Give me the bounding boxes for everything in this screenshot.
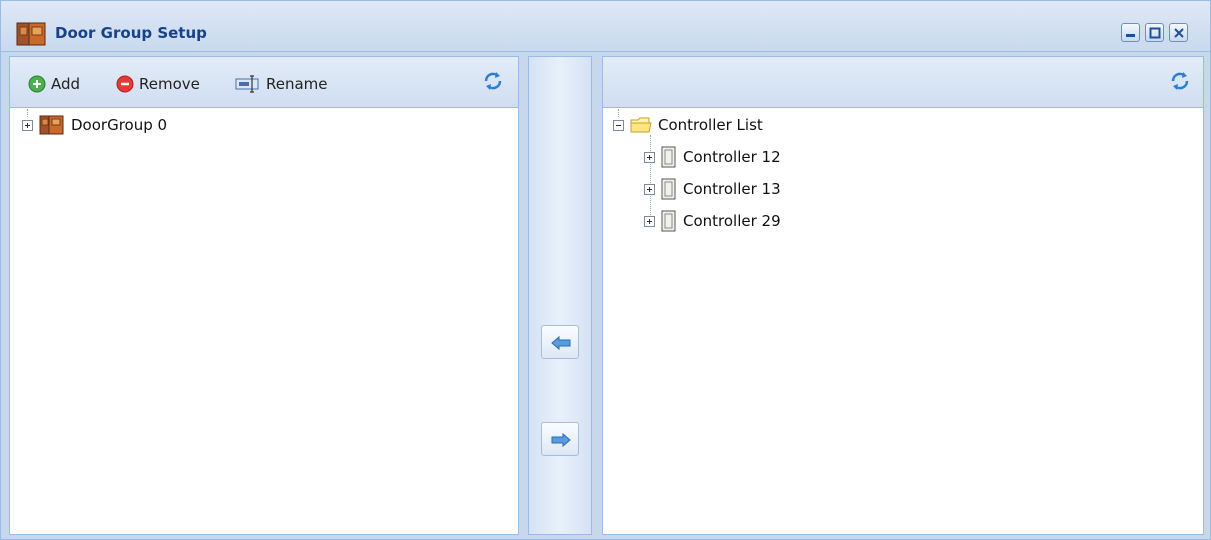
door-group-setup-window: Door Group Setup Add Remove Rename DoorG… (0, 0, 1211, 540)
transfer-column (528, 56, 592, 535)
refresh-icon (1171, 72, 1189, 90)
tree-node-label: Controller List (658, 116, 763, 134)
refresh-button[interactable] (1169, 70, 1191, 92)
collapse-icon[interactable] (613, 119, 624, 131)
minimize-button[interactable] (1121, 23, 1140, 42)
expand-icon[interactable] (644, 151, 655, 163)
tree-node-doorgroup-0[interactable]: DoorGroup 0 (22, 112, 167, 138)
door-group-icon (16, 21, 46, 51)
door-group-toolbar: Add Remove Rename (10, 57, 518, 108)
maximize-button[interactable] (1145, 23, 1164, 42)
tree-node-controller-12[interactable]: Controller 12 (644, 144, 781, 170)
expand-icon[interactable] (22, 119, 33, 131)
close-button[interactable] (1169, 23, 1188, 42)
folder-icon (630, 117, 652, 133)
controller-icon (661, 146, 676, 168)
close-icon (1174, 28, 1184, 38)
controller-toolbar (603, 57, 1203, 108)
minimize-icon (1126, 34, 1135, 37)
expand-icon[interactable] (644, 215, 655, 227)
door-group-panel: Add Remove Rename DoorGroup 0 (9, 56, 519, 535)
door-group-icon (39, 115, 64, 135)
add-label: Add (51, 75, 81, 93)
remove-button[interactable]: Remove (116, 72, 200, 96)
refresh-icon (484, 72, 502, 90)
window-titlebar[interactable]: Door Group Setup (1, 1, 1210, 52)
remove-label: Remove (139, 75, 200, 93)
tree-node-label: Controller 12 (683, 148, 781, 166)
move-left-button[interactable] (541, 325, 579, 359)
controller-icon (661, 210, 676, 232)
controller-icon (661, 178, 676, 200)
rename-label: Rename (266, 75, 328, 93)
maximize-icon (1149, 27, 1161, 39)
tree-node-label: Controller 13 (683, 180, 781, 198)
refresh-button[interactable] (482, 70, 504, 92)
tree-node-label: Controller 29 (683, 212, 781, 230)
tree-node-controller-list[interactable]: Controller List (613, 112, 763, 138)
tree-node-label: DoorGroup 0 (71, 116, 168, 134)
rename-button[interactable]: Rename (235, 72, 328, 96)
add-button[interactable]: Add (28, 72, 80, 96)
tree-node-controller-29[interactable]: Controller 29 (644, 208, 781, 234)
controller-panel: Controller List Controller 12 Controller… (602, 56, 1204, 535)
add-icon (28, 75, 46, 93)
move-right-button[interactable] (541, 422, 579, 456)
window-title: Door Group Setup (55, 24, 207, 42)
arrow-right-icon (551, 432, 571, 448)
remove-icon (116, 75, 134, 93)
arrow-left-icon (551, 335, 571, 351)
tree-node-controller-13[interactable]: Controller 13 (644, 176, 781, 202)
rename-icon (235, 75, 259, 93)
expand-icon[interactable] (644, 183, 655, 195)
